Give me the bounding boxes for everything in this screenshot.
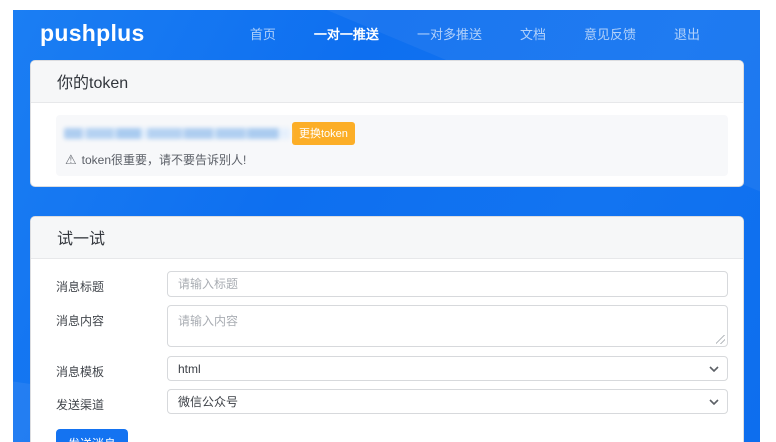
change-token-button[interactable]: 更换token	[292, 122, 355, 145]
message-content-label: 消息内容	[56, 305, 167, 329]
message-content-textarea[interactable]	[167, 305, 728, 347]
nav-item-one-to-many-push[interactable]: 一对多推送	[417, 24, 482, 43]
token-card-title: 你的token	[31, 61, 743, 103]
message-template-label: 消息模板	[56, 356, 167, 380]
message-content-wrap	[167, 305, 728, 347]
try-card: 试一试 消息标题 消息内容 消息模板	[30, 216, 744, 442]
token-card: 你的token 更换token ⚠ token很重要，请不要告诉别人!	[30, 60, 744, 187]
message-content-row: 消息内容	[56, 305, 728, 347]
send-channel-row: 发送渠道 微信公众号	[56, 389, 728, 414]
send-channel-label: 发送渠道	[56, 389, 167, 413]
try-card-body: 消息标题 消息内容 消息模板 html	[31, 259, 743, 442]
message-title-row: 消息标题	[56, 271, 728, 297]
try-card-title: 试一试	[31, 217, 743, 259]
warning-icon: ⚠	[65, 153, 77, 166]
app-background: pushplus 首页 一对一推送 一对多推送 文档 意见反馈 退出 你的tok…	[13, 10, 760, 442]
main-content: 你的token 更换token ⚠ token很重要，请不要告诉别人! 试一试	[13, 56, 760, 442]
message-template-select[interactable]: html	[167, 356, 728, 381]
message-template-row: 消息模板 html	[56, 356, 728, 381]
top-navbar: pushplus 首页 一对一推送 一对多推送 文档 意见反馈 退出	[13, 10, 760, 56]
message-title-wrap	[167, 271, 728, 297]
send-channel-select[interactable]: 微信公众号	[167, 389, 728, 414]
nav-item-docs[interactable]: 文档	[520, 24, 546, 43]
token-panel: 更换token ⚠ token很重要，请不要告诉别人!	[56, 115, 728, 176]
token-row: 更换token	[64, 122, 720, 145]
message-template-wrap: html	[167, 356, 728, 381]
message-title-input[interactable]	[167, 271, 728, 297]
nav-item-home[interactable]: 首页	[250, 24, 276, 43]
message-title-label: 消息标题	[56, 271, 167, 295]
token-value-blurred	[64, 128, 290, 139]
nav-item-one-to-one-push[interactable]: 一对一推送	[314, 24, 379, 43]
nav-item-logout[interactable]: 退出	[674, 24, 700, 43]
nav-item-feedback[interactable]: 意见反馈	[584, 24, 636, 43]
send-message-button[interactable]: 发送消息	[56, 429, 128, 442]
nav-links: 首页 一对一推送 一对多推送 文档 意见反馈 退出	[250, 24, 700, 43]
token-warning-text: token很重要，请不要告诉别人!	[82, 151, 247, 168]
pushplus-logo[interactable]: pushplus	[40, 20, 145, 47]
token-warning: ⚠ token很重要，请不要告诉别人!	[64, 151, 720, 168]
send-channel-wrap: 微信公众号	[167, 389, 728, 414]
token-card-body: 更换token ⚠ token很重要，请不要告诉别人!	[31, 103, 743, 186]
